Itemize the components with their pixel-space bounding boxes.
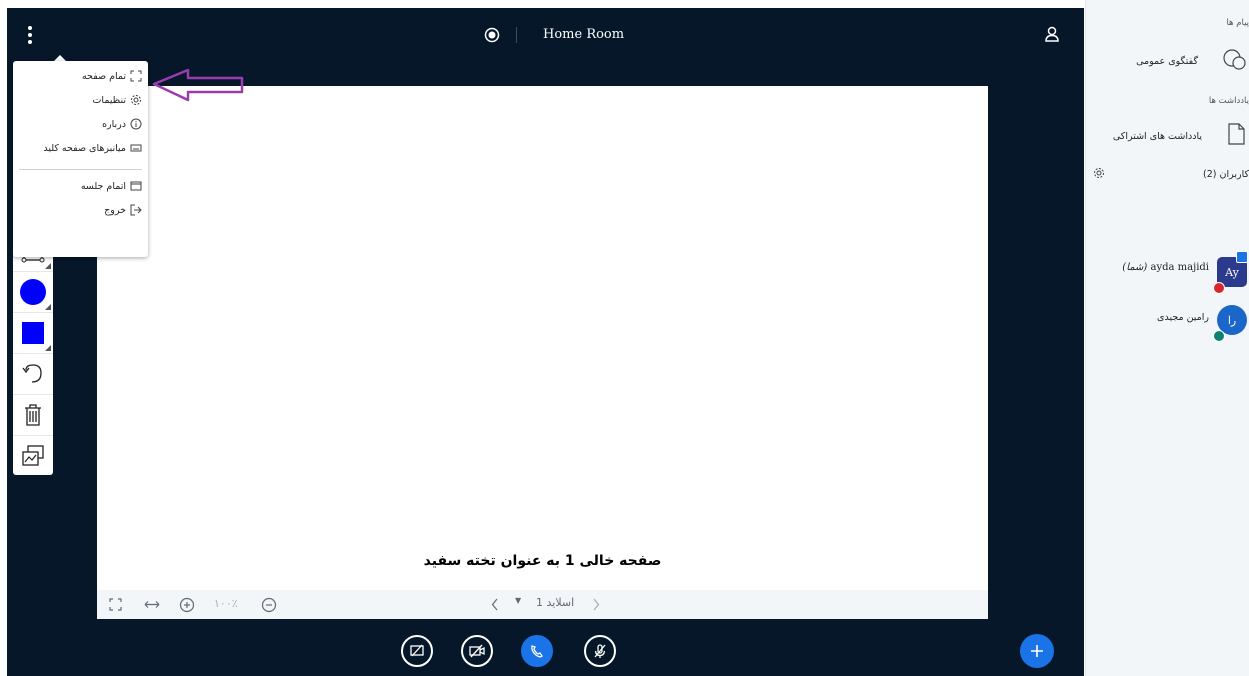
avatar-initials: Ay [1225,265,1239,279]
options-menu-icon[interactable] [26,25,34,45]
keyboard-icon [130,144,142,152]
thickness-icon [20,279,46,305]
menu-item-end-meeting[interactable]: اتمام جلسه [81,177,142,195]
camera-off-icon [469,644,485,658]
menu-item-label: تمام صفحه [81,70,126,82]
menu-item-label: اتمام جلسه [80,180,126,192]
notes-icon[interactable] [1226,122,1246,146]
color-swatch-icon [22,322,44,344]
slide-dropdown-caret[interactable]: ▼ [515,596,521,605]
avatar-initials: را [1227,313,1237,327]
zoom-in-icon[interactable] [179,597,195,613]
muted-icon [1213,282,1225,294]
trash-icon [25,404,41,426]
next-slide-icon[interactable] [592,598,600,611]
notes-heading: یادداشت ها [1208,96,1249,106]
user-list-toggle-icon[interactable] [1043,25,1061,43]
logout-icon [130,204,142,216]
end-meeting-icon [130,181,142,191]
options-menu: تمام صفحه تنظیمات درباره میانبرهای صفحه … [13,61,148,257]
tool-color[interactable] [13,313,53,354]
user-list-sidebar: پیام ها گفتگوی عمومی یادداشت ها یادداشت … [1085,0,1249,676]
tool-clear[interactable] [13,395,53,436]
microphone-button[interactable] [584,635,616,667]
left-margin [0,0,7,676]
plus-icon [1031,645,1043,657]
share-screen-button[interactable] [401,635,433,667]
listen-only-icon [1213,330,1225,342]
whiteboard-toolbar [13,231,53,475]
slide-selector[interactable]: اسلاید 1 [536,596,574,609]
room-title: Home Room [543,27,625,42]
shared-notes-label[interactable]: یادداشت های اشتراکی [1113,131,1202,142]
menu-divider [19,169,142,170]
menu-item-label: میانبرهای صفحه کلید [43,142,126,154]
menu-item-label: درباره [102,118,126,130]
user-name[interactable]: ayda majidi (شما) [1122,262,1209,273]
gear-icon[interactable] [1093,167,1105,179]
slide-caption: صفحه خالی 1 به عنوان تخته سفید [423,553,662,569]
gear-icon [131,95,141,105]
screen-share-off-icon [410,644,424,657]
menu-item-label: تنظیمات [92,94,126,106]
user-name[interactable]: رامین مجیدی [1157,312,1209,323]
you-indicator: (شما) [1122,262,1148,273]
actions-button[interactable] [1020,634,1054,668]
recording-icon[interactable] [484,27,500,43]
tool-line-thickness[interactable] [13,272,53,313]
whiteboard-canvas[interactable]: صفحه خالی 1 به عنوان تخته سفید [97,86,988,590]
menu-item-keyboard-shortcuts[interactable]: میانبرهای صفحه کلید [43,139,142,157]
presentation-toolbar: ۱۰۰٪ ▼ اسلاید 1 [97,590,988,619]
tool-multi-user[interactable] [13,436,53,476]
menu-item-label: خروج [104,204,126,216]
microphone-off-icon [594,644,606,658]
public-chat-label[interactable]: گفتگوی عمومی [1136,56,1198,67]
leave-audio-button[interactable] [521,635,553,667]
header-separator [516,27,517,43]
phone-icon [531,645,543,658]
chat-icon[interactable] [1221,48,1247,72]
menu-item-logout[interactable]: خروج [104,201,142,219]
menu-item-settings[interactable]: تنظیمات [92,91,142,109]
fit-width-icon[interactable] [144,599,160,610]
info-icon [130,118,142,130]
presenter-icon [1236,251,1248,263]
annotation-arrow [152,68,244,102]
messages-heading: پیام ها [1226,18,1249,28]
menu-item-fullscreen[interactable]: تمام صفحه [82,67,142,85]
zoom-level: ۱۰۰٪ [214,597,238,610]
user-name-text: ayda majidi [1150,262,1210,273]
users-heading: کاربران (2) [1203,169,1249,180]
undo-icon [22,364,42,383]
tool-undo[interactable] [13,354,53,395]
menu-item-about[interactable]: درباره [102,115,142,133]
camera-button[interactable] [461,635,493,667]
zoom-out-icon[interactable] [261,597,277,613]
previous-slide-icon[interactable] [491,598,499,611]
fullscreen-icon [130,70,142,82]
fullscreen-icon[interactable] [109,598,122,611]
multi-whiteboard-icon [22,445,44,466]
